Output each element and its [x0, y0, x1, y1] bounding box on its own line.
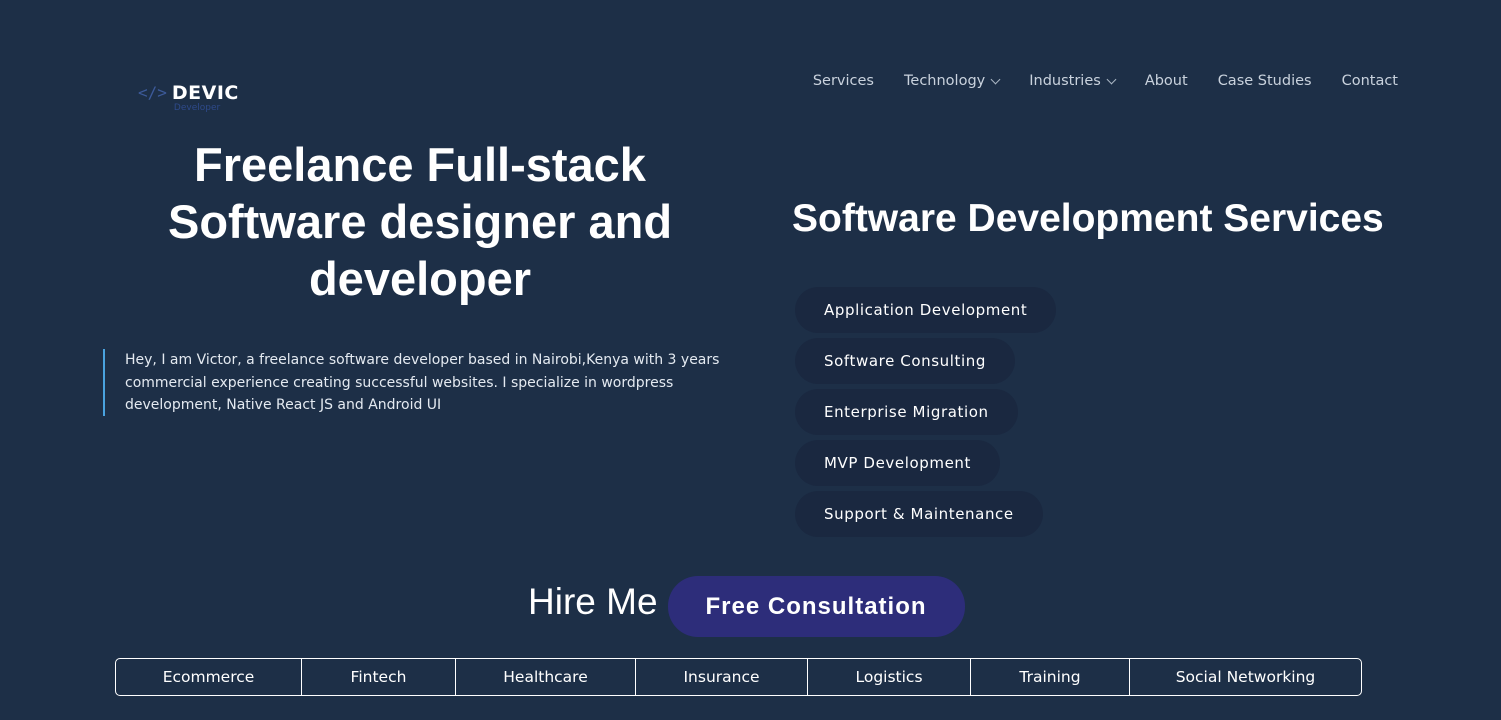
- industries-bar: Ecommerce Fintech Healthcare Insurance L…: [115, 658, 1362, 696]
- industry-tab-fintech[interactable]: Fintech: [302, 659, 456, 695]
- service-pill-support-maintenance[interactable]: Support & Maintenance: [795, 491, 1043, 537]
- industry-tab-training[interactable]: Training: [971, 659, 1130, 695]
- hire-label: Hire Me: [528, 580, 658, 622]
- hire-section: Hire Me Free Consultation: [528, 576, 965, 637]
- main-nav: Services Technology Industries About Cas…: [813, 70, 1398, 92]
- services-list: Application Development Software Consult…: [795, 287, 1057, 537]
- nav-item-industries[interactable]: Industries: [1029, 70, 1117, 92]
- nav-item-technology[interactable]: Technology: [904, 70, 1001, 92]
- logo-name: DEVIC: [171, 82, 239, 104]
- nav-item-case-studies[interactable]: Case Studies: [1218, 70, 1312, 92]
- services-title: Software Development Services: [792, 197, 1384, 240]
- service-pill-software-consulting[interactable]: Software Consulting: [795, 338, 1016, 384]
- nav-label: Services: [812, 73, 874, 89]
- nav-item-contact[interactable]: Contact: [1342, 70, 1398, 92]
- service-pill-mvp-development[interactable]: MVP Development: [795, 440, 1000, 486]
- industry-tab-social-networking[interactable]: Social Networking: [1130, 659, 1361, 695]
- industry-tab-insurance[interactable]: Insurance: [636, 659, 808, 695]
- nav-label: Case Studies: [1217, 73, 1312, 89]
- nav-item-services[interactable]: Services: [813, 70, 874, 92]
- industry-tab-ecommerce[interactable]: Ecommerce: [116, 659, 302, 695]
- nav-label: About: [1144, 73, 1188, 89]
- logo-tagline: Developer: [173, 103, 221, 113]
- logo[interactable]: </> DEVIC Developer: [138, 82, 248, 116]
- nav-item-about[interactable]: About: [1145, 70, 1188, 92]
- hero-title-line: Freelance Full-stack: [194, 138, 646, 191]
- industry-tab-healthcare[interactable]: Healthcare: [456, 659, 636, 695]
- nav-label: Contact: [1341, 73, 1398, 89]
- nav-label: Industries: [1029, 73, 1101, 89]
- chevron-down-icon: [1106, 74, 1117, 84]
- nav-label: Technology: [904, 73, 986, 89]
- service-pill-application-development[interactable]: Application Development: [795, 287, 1057, 333]
- chevron-down-icon: [990, 74, 1001, 84]
- service-pill-enterprise-migration[interactable]: Enterprise Migration: [795, 389, 1018, 435]
- free-consultation-button[interactable]: Free Consultation: [667, 576, 965, 637]
- industry-tab-logistics[interactable]: Logistics: [808, 659, 971, 695]
- intro-text: Hey, I am Victor, a freelance software d…: [103, 349, 733, 416]
- hero-title-line: Software designer and: [167, 195, 673, 248]
- code-brackets-icon: </>: [138, 83, 167, 102]
- hero-title: Freelance Full-stack Software designer a…: [120, 136, 720, 307]
- logo-text: DEVIC Developer: [171, 82, 239, 113]
- hero-title-line: developer: [308, 252, 532, 305]
